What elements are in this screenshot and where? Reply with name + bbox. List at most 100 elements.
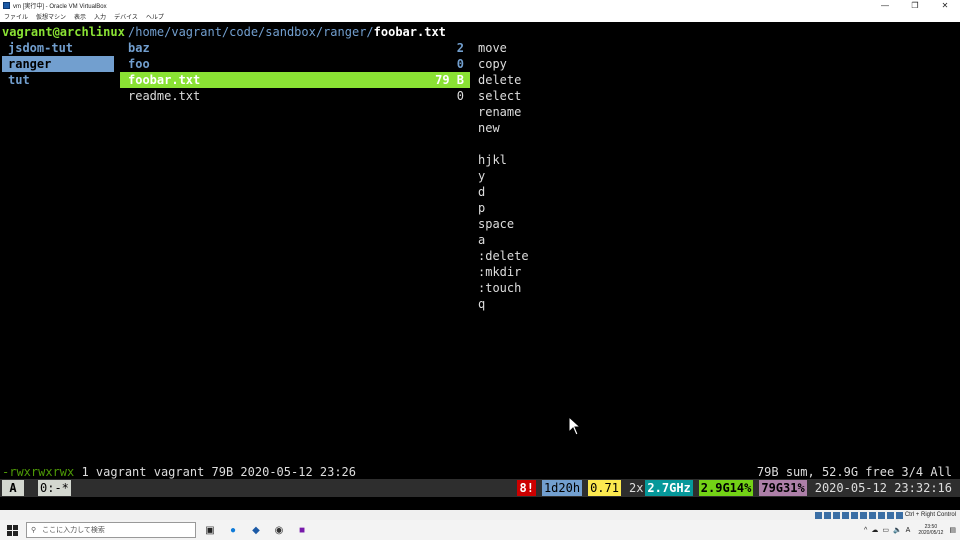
dir-entry-selected[interactable]: foobar.txt 79 B [120, 72, 470, 88]
hdd-icon[interactable] [814, 511, 822, 519]
window-title: vm [実行中] - Oracle VM VirtualBox [13, 4, 107, 10]
ime-icon[interactable]: A [906, 527, 911, 534]
file-permissions: -rwxrwxrwx [2, 465, 75, 479]
virtualbox-icon [3, 2, 10, 9]
header-user: vagrant@archlinux [2, 25, 125, 39]
preview-line: p [478, 201, 486, 215]
preview-line: copy [478, 57, 507, 71]
mouse-pointer-icon [568, 416, 582, 436]
preview-line: space [478, 217, 515, 231]
menu-help[interactable]: ヘルプ [142, 12, 168, 21]
onenote-icon[interactable]: ■ [293, 520, 311, 540]
system-tray: ^ ☁ ▭ 🔈 A 23:50 2020/05/12 ▤ [864, 520, 960, 540]
preview-line: d [478, 185, 486, 199]
preview-line: q [478, 297, 486, 311]
memory-usage: 2.9G14% [698, 480, 754, 496]
dir-entry[interactable]: baz 2 [120, 40, 470, 56]
tmux-status-bar: A 0:-* 8! 1d20h 0.71 2x 2.7GHz 2.9G14% 7… [0, 479, 960, 497]
dir-summary: 79B sum, 52.9G free 3/4 All [756, 465, 952, 479]
ranger-status-line: -rwxrwxrwx 1 vagrant vagrant 79B 2020-05… [0, 464, 960, 480]
preview-line: rename [478, 105, 522, 119]
parent-dir-item[interactable]: jsdom-tut [2, 40, 114, 56]
volume-icon[interactable]: 🔈 [893, 526, 902, 534]
task-view-icon[interactable]: ▣ [201, 520, 219, 540]
alert-count: 8! [517, 480, 536, 496]
parent-dir-item[interactable]: tut [2, 72, 114, 88]
clock-date: 2020/05/12 [918, 530, 944, 536]
taskbar-search[interactable]: ⚲ ここに入力して検索 [26, 522, 196, 538]
recording-icon[interactable] [877, 511, 885, 519]
obs-icon[interactable]: ◉ [270, 520, 288, 540]
search-icon: ⚲ [31, 527, 37, 534]
preview-line: :touch [478, 281, 522, 295]
virtualbox-status-strip: Ctrl + Right Control [0, 510, 960, 520]
terminal-screen[interactable]: vagrant@archlinux /home/vagrant/code/san… [0, 22, 960, 510]
maximize-button[interactable]: ❐ [900, 0, 930, 11]
menu-devices[interactable]: デバイス [110, 12, 142, 21]
search-placeholder: ここに入力して検索 [42, 527, 105, 534]
menu-file[interactable]: ファイル [0, 12, 32, 21]
virtualbox-taskbar-icon[interactable]: ◆ [247, 520, 265, 540]
tray-chevron-icon[interactable]: ^ [864, 527, 867, 534]
network-icon[interactable] [841, 511, 849, 519]
menu-input[interactable]: 入力 [90, 12, 110, 21]
usb-icon[interactable] [850, 511, 858, 519]
tmux-clock: 2020-05-12 23:32:16 [814, 481, 952, 495]
preview-line: new [478, 121, 500, 135]
display-icon[interactable] [868, 511, 876, 519]
entry-name: foobar.txt [128, 73, 201, 87]
file-owner-info: 1 vagrant vagrant 79B 2020-05-12 23:26 [74, 465, 357, 479]
cloud-icon[interactable]: ☁ [871, 526, 878, 534]
edge-browser-icon[interactable]: ● [224, 520, 242, 540]
taskbar-clock[interactable]: 23:50 2020/05/12 [918, 524, 943, 536]
header-filename: foobar.txt [373, 25, 446, 39]
preview-line: :delete [478, 249, 529, 263]
tmux-session[interactable]: A [2, 480, 24, 496]
shared-folder-icon[interactable] [859, 511, 867, 519]
parent-dir-item-selected[interactable]: ranger [2, 56, 114, 72]
dir-entry[interactable]: foo 0 [120, 56, 470, 72]
start-button[interactable] [0, 520, 24, 540]
menu-bar: ファイル 仮想マシン 表示 入力 デバイス ヘルプ [0, 11, 960, 22]
dir-entry[interactable]: readme.txt 0 [120, 88, 470, 104]
preview-line: select [478, 89, 522, 103]
network-tray-icon[interactable]: ▭ [882, 526, 889, 534]
menu-view[interactable]: 表示 [70, 12, 90, 21]
preview-line: a [478, 233, 486, 247]
close-button[interactable]: ✕ [930, 0, 960, 11]
preview-line: y [478, 169, 486, 183]
header-path: /home/vagrant/code/sandbox/ranger/foobar… [128, 24, 446, 40]
entry-size: 79 B [435, 73, 464, 87]
entry-name: baz [128, 41, 150, 55]
mouse-integration-icon[interactable] [886, 511, 894, 519]
window-title-bar: vm [実行中] - Oracle VM VirtualBox — ❐ ✕ [0, 0, 960, 11]
file-info: -rwxrwxrwx 1 vagrant vagrant 79B 2020-05… [2, 464, 356, 480]
keyboard-icon[interactable] [895, 511, 903, 519]
windows-logo-icon [6, 524, 18, 536]
preview-line: :mkdir [478, 265, 522, 279]
entry-size: 0 [456, 57, 464, 71]
optical-drive-icon[interactable] [823, 511, 831, 519]
windows-taskbar: ⚲ ここに入力して検索 ▣ ● ◆ ◉ ■ ^ ☁ ▭ 🔈 A 23:50 20… [0, 520, 960, 540]
notifications-icon[interactable]: ▤ [949, 526, 956, 534]
entry-size: 2 [456, 41, 464, 55]
tmux-right-status: 8! 1d20h 0.71 2x 2.7GHz 2.9G14% 79G31% 2… [517, 479, 960, 497]
uptime: 1d20h [541, 480, 583, 496]
disk-usage: 79G31% [759, 480, 807, 496]
preview-line: hjkl [478, 153, 507, 167]
entry-size: 0 [456, 89, 464, 103]
window-controls: — ❐ ✕ [870, 0, 960, 11]
menu-machine[interactable]: 仮想マシン [32, 12, 70, 21]
header-dir: /home/vagrant/code/sandbox/ranger/ [128, 25, 374, 39]
tmux-window-tab[interactable]: 0:-* [38, 480, 71, 496]
entry-name: foo [128, 57, 150, 71]
audio-icon[interactable] [832, 511, 840, 519]
entry-name: readme.txt [128, 89, 201, 103]
load-average: 0.71 [588, 480, 621, 496]
cpu-frequency: 2.7GHz [645, 480, 693, 496]
host-key-label: Ctrl + Right Control [904, 512, 956, 518]
minimize-button[interactable]: — [870, 0, 900, 11]
preview-line: move [478, 41, 507, 55]
preview-line: delete [478, 73, 522, 87]
cpu-count: 2x [628, 481, 644, 495]
